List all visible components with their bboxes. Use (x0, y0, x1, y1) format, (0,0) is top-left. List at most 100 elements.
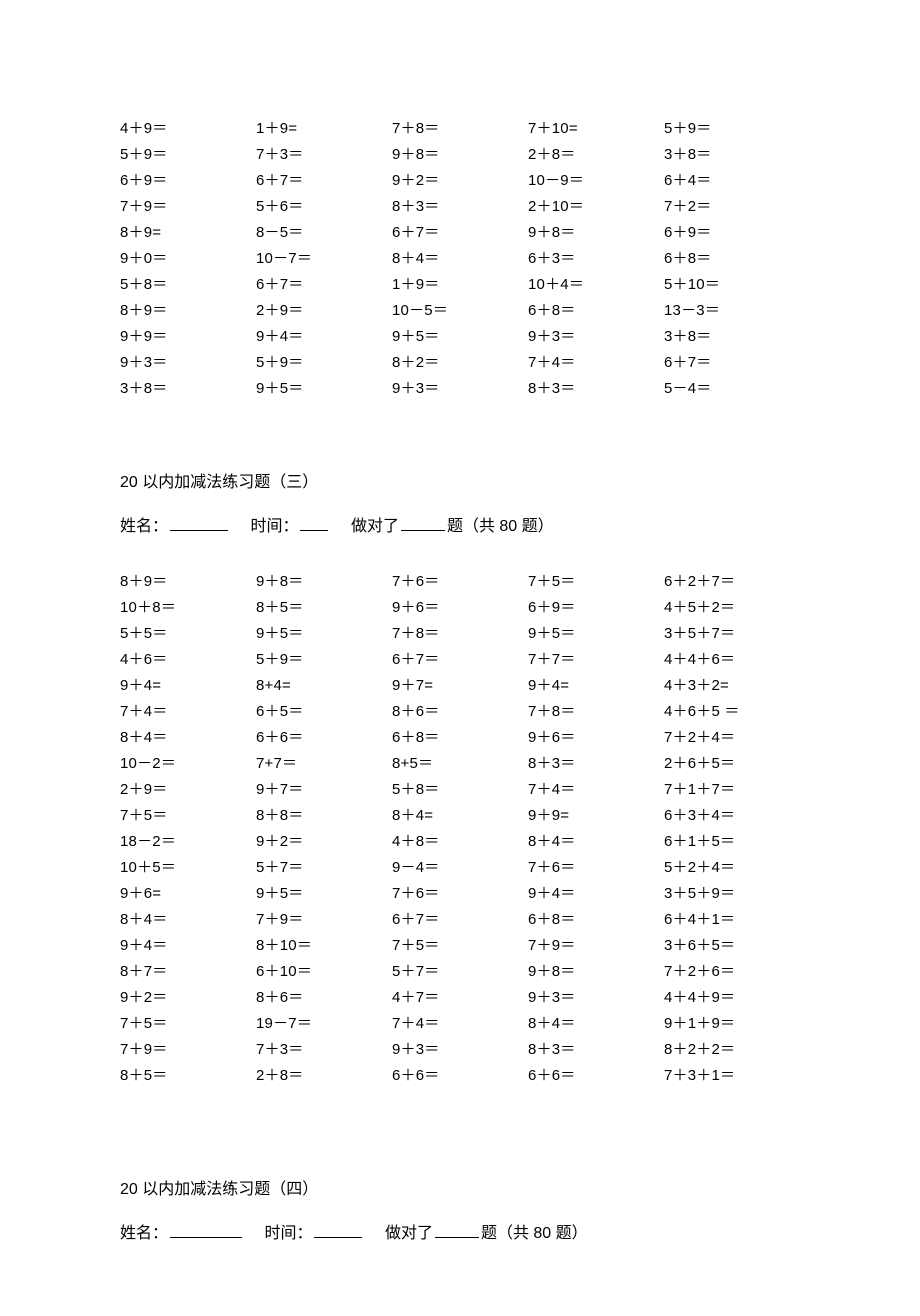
math-problem: 3＋6＋5＝ (664, 933, 800, 959)
math-problem: 7＋4＝ (120, 699, 256, 725)
info-line-4: 姓名： 时间： 做对了题（共 80 题） (120, 1221, 800, 1245)
math-problem: 8＋4＝ (120, 907, 256, 933)
math-problem: 5＋7＝ (392, 959, 528, 985)
math-problem: 7＋5＝ (120, 803, 256, 829)
math-problem: 5＋9＝ (664, 116, 800, 142)
math-problem: 5＋7＝ (256, 855, 392, 881)
math-problem: 13－3＝ (664, 298, 800, 324)
math-problem: 9＋7= (392, 673, 528, 699)
math-problem: 6＋7＝ (664, 350, 800, 376)
math-problem: 8+5＝ (392, 751, 528, 777)
math-problem: 3＋8＝ (664, 324, 800, 350)
problem-column: 7＋8＝9＋8＝9＋2＝8＋3＝6＋7＝8＋4＝1＋9＝10－5＝9＋5＝8＋2… (392, 116, 528, 402)
math-problem: 5＋9＝ (120, 142, 256, 168)
math-problem: 6＋7＝ (256, 272, 392, 298)
math-problem: 3＋8＝ (120, 376, 256, 402)
math-problem: 8－5＝ (256, 220, 392, 246)
math-problem: 19－7＝ (256, 1011, 392, 1037)
blank-correct[interactable] (401, 514, 445, 531)
math-problem: 5＋9＝ (256, 647, 392, 673)
math-problem: 3＋5＋9＝ (664, 881, 800, 907)
math-problem: 7＋3＋1＝ (664, 1063, 800, 1089)
math-problem: 6＋9＝ (664, 220, 800, 246)
math-problem: 9＋8＝ (528, 220, 664, 246)
problem-column: 5＋9＝3＋8＝6＋4＝7＋2＝6＋9＝6＋8＝5＋10＝13－3＝3＋8＝6＋… (664, 116, 800, 402)
math-problem: 6＋5＝ (256, 699, 392, 725)
math-problem: 7＋5＝ (528, 569, 664, 595)
problem-column: 4＋9＝5＋9＝6＋9＝7＋9＝8＋9=9＋0＝5＋8＝8＋9＝9＋9＝9＋3＝… (120, 116, 256, 402)
math-problem: 4＋9＝ (120, 116, 256, 142)
math-problem: 6＋8＝ (392, 725, 528, 751)
math-problem: 9＋4= (120, 673, 256, 699)
math-problem: 9＋5＝ (256, 376, 392, 402)
math-problem: 6＋6＝ (256, 725, 392, 751)
problem-column: 9＋8＝8＋5＝9＋5＝5＋9＝8+4=6＋5＝6＋6＝7+7＝9＋7＝8＋8＝… (256, 569, 392, 1089)
math-problem: 9＋5＝ (256, 881, 392, 907)
math-problem: 9＋7＝ (256, 777, 392, 803)
math-problem: 9＋8＝ (528, 959, 664, 985)
math-problem: 10－5＝ (392, 298, 528, 324)
math-problem: 4＋8＝ (392, 829, 528, 855)
math-problem: 1＋9＝ (392, 272, 528, 298)
math-problem: 3＋5＋7＝ (664, 621, 800, 647)
math-problem: 7＋10= (528, 116, 664, 142)
math-problem: 9＋6＝ (528, 725, 664, 751)
math-problem: 5＋10＝ (664, 272, 800, 298)
math-problem: 7＋5＝ (392, 933, 528, 959)
blank-time[interactable] (314, 1221, 362, 1238)
math-problem: 4＋5＋2＝ (664, 595, 800, 621)
math-problem: 7＋8＝ (392, 621, 528, 647)
problem-block-2: 8＋9＝10＋8＝5＋5＝4＋6＝9＋4=7＋4＝8＋4＝10－2＝2＋9＝7＋… (120, 569, 800, 1089)
math-problem: 9＋5＝ (256, 621, 392, 647)
math-problem: 5＋9＝ (256, 350, 392, 376)
math-problem: 8＋2＝ (392, 350, 528, 376)
problem-column: 8＋9＝10＋8＝5＋5＝4＋6＝9＋4=7＋4＝8＋4＝10－2＝2＋9＝7＋… (120, 569, 256, 1089)
math-problem: 7+7＝ (256, 751, 392, 777)
section-title-4: 20 以内加减法练习题（四） (120, 1179, 800, 1201)
math-problem: 2＋6＋5＝ (664, 751, 800, 777)
label-total: 题（共 80 题） (447, 518, 554, 535)
label-correct: 做对了 (385, 1225, 433, 1242)
math-problem: 7＋9＝ (528, 933, 664, 959)
blank-name[interactable] (170, 1221, 242, 1238)
math-problem: 10－2＝ (120, 751, 256, 777)
math-problem: 6＋1＋5＝ (664, 829, 800, 855)
math-problem: 4＋3＋2= (664, 673, 800, 699)
math-problem: 8＋6＝ (256, 985, 392, 1011)
problem-column: 1＋9=7＋3＝6＋7＝5＋6＝8－5＝10－7＝6＋7＝2＋9＝9＋4＝5＋9… (256, 116, 392, 402)
math-problem: 7＋2＋4＝ (664, 725, 800, 751)
math-problem: 5＋8＝ (120, 272, 256, 298)
math-problem: 4＋4＋6＝ (664, 647, 800, 673)
math-problem: 8＋5＝ (120, 1063, 256, 1089)
math-problem: 4＋7＝ (392, 985, 528, 1011)
math-problem: 8＋4＝ (120, 725, 256, 751)
math-problem: 6＋8＝ (664, 246, 800, 272)
blank-name[interactable] (170, 514, 228, 531)
blank-correct[interactable] (435, 1221, 479, 1238)
math-problem: 1＋9= (256, 116, 392, 142)
math-problem: 9＋2＝ (392, 168, 528, 194)
math-problem: 8＋5＝ (256, 595, 392, 621)
math-problem: 9＋2＝ (120, 985, 256, 1011)
math-problem: 6＋8＝ (528, 907, 664, 933)
math-problem: 9＋3＝ (528, 985, 664, 1011)
math-problem: 6＋3＋4＝ (664, 803, 800, 829)
math-problem: 5＋5＝ (120, 621, 256, 647)
math-problem: 9＋4= (528, 673, 664, 699)
math-problem: 6＋8＝ (528, 298, 664, 324)
math-problem: 8＋10＝ (256, 933, 392, 959)
math-problem: 9＋8＝ (392, 142, 528, 168)
math-problem: 2＋8＝ (256, 1063, 392, 1089)
math-problem: 4＋4＋9＝ (664, 985, 800, 1011)
math-problem: 6＋4＋1＝ (664, 907, 800, 933)
math-problem: 8＋9＝ (120, 569, 256, 595)
math-problem: 10＋4＝ (528, 272, 664, 298)
math-problem: 2＋8＝ (528, 142, 664, 168)
math-problem: 6＋9＝ (528, 595, 664, 621)
math-problem: 8＋4＝ (528, 1011, 664, 1037)
math-problem: 7＋5＝ (120, 1011, 256, 1037)
label-name: 姓名： (120, 518, 168, 535)
math-problem: 6＋7＝ (256, 168, 392, 194)
blank-time[interactable] (300, 514, 328, 531)
math-problem: 8＋3＝ (528, 376, 664, 402)
